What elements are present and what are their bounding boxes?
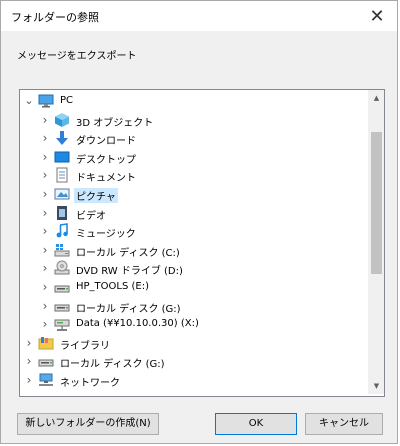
tree-item[interactable]: › ローカル ディスク (G:)	[20, 297, 368, 315]
chevron-right-icon[interactable]: ›	[40, 244, 50, 256]
tree-item-label: DVD RW ドライブ (D:)	[76, 266, 183, 278]
chevron-right-icon[interactable]: ›	[40, 281, 50, 293]
tree-item-label: 3D オブジェクト	[76, 117, 154, 129]
tree-item-label: ローカル ディスク (C:)	[76, 247, 180, 259]
tree-item[interactable]: › Data (¥¥10.10.0.30) (X:)	[20, 315, 368, 333]
tree-item-label: ピクチャ	[74, 188, 118, 203]
cancel-button[interactable]: キャンセル	[305, 413, 383, 435]
title-bar: フォルダーの参照 ✕	[1, 1, 397, 31]
tree-item[interactable]: › HP_TOOLS (E:)	[20, 278, 368, 296]
tree-item-label: HP_TOOLS (E:)	[76, 281, 149, 292]
pictures-icon	[54, 186, 70, 202]
network-icon	[38, 372, 54, 388]
chevron-right-icon[interactable]: ›	[40, 169, 50, 181]
chevron-right-icon[interactable]: ›	[40, 151, 50, 163]
tree-item[interactable]: › 3D オブジェクト	[20, 111, 368, 129]
chevron-right-icon[interactable]: ›	[24, 337, 34, 349]
download-icon	[54, 130, 70, 146]
chevron-right-icon[interactable]: ›	[40, 207, 50, 219]
drive-icon	[38, 353, 54, 369]
documents-icon	[54, 167, 70, 183]
tree-item-label: ネットワーク	[60, 378, 120, 389]
dvd-drive-icon	[54, 260, 70, 276]
tree-item-label: ライブラリ	[60, 340, 110, 352]
scroll-down-arrow-icon[interactable]: ▼	[369, 378, 384, 394]
scroll-thumb[interactable]	[371, 132, 382, 274]
tree-item-label: ローカル ディスク (G:)	[76, 303, 181, 315]
chevron-right-icon[interactable]: ›	[40, 300, 50, 312]
chevron-right-icon[interactable]: ›	[40, 132, 50, 144]
drive-icon	[54, 279, 70, 295]
pc-icon	[38, 93, 54, 109]
music-icon	[54, 223, 70, 239]
3d-objects-icon	[54, 112, 70, 128]
tree-item-label: ビデオ	[76, 210, 106, 222]
tree-item-label: Data (¥¥10.10.0.30) (X:)	[76, 318, 199, 330]
tree-item[interactable]: › ピクチャ	[20, 185, 368, 203]
dialog-description: メッセージをエクスポート	[17, 51, 137, 62]
network-drive-icon	[54, 316, 70, 332]
windows-drive-icon	[54, 242, 70, 258]
close-icon: ✕	[369, 5, 385, 27]
tree-item[interactable]: › ビデオ	[20, 204, 368, 222]
desktop-icon	[54, 149, 70, 165]
chevron-right-icon[interactable]: ›	[40, 262, 50, 274]
tree-item[interactable]: ⌄ PC	[20, 92, 368, 110]
close-button[interactable]: ✕	[357, 1, 397, 31]
tree-item-label: ドキュメント	[76, 173, 136, 185]
window-title: フォルダーの参照	[11, 11, 99, 24]
tree-item[interactable]: › ドキュメント	[20, 166, 368, 184]
chevron-right-icon[interactable]: ›	[40, 188, 50, 200]
tree-item[interactable]: › デスクトップ	[20, 148, 368, 166]
tree-item[interactable]: › ライブラリ	[20, 334, 368, 352]
videos-icon	[54, 205, 70, 221]
tree-item[interactable]: › DVD RW ドライブ (D:)	[20, 259, 368, 277]
chevron-down-icon[interactable]: ⌄	[24, 95, 34, 107]
drive-icon	[54, 298, 70, 314]
tree-item[interactable]: › ローカル ディスク (G:)	[20, 352, 368, 370]
new-folder-button[interactable]: 新しいフォルダーの作成(N)	[17, 413, 159, 435]
chevron-right-icon[interactable]: ›	[24, 355, 34, 367]
tree-item[interactable]: › ネットワーク	[20, 371, 368, 389]
tree-item[interactable]: › ダウンロード	[20, 129, 368, 147]
ok-button[interactable]: OK	[215, 413, 297, 435]
chevron-right-icon[interactable]: ›	[24, 374, 34, 386]
vertical-scrollbar[interactable]: ▲ ▼	[368, 90, 384, 394]
tree-item[interactable]: › ローカル ディスク (C:)	[20, 241, 368, 259]
tree-item-label: デスクトップ	[76, 154, 136, 166]
library-icon	[38, 335, 54, 351]
chevron-right-icon[interactable]: ›	[40, 318, 50, 330]
chevron-right-icon[interactable]: ›	[40, 114, 50, 126]
tree-item-label: ミュージック	[76, 229, 136, 241]
folder-tree[interactable]: ⌄ PC › 3D オブジェクト › ダウンロード › デスクトップ › ドキュメント › ピクチャ ›…	[19, 89, 385, 397]
folder-browse-dialog: フォルダーの参照 ✕ メッセージをエクスポート ⌄ PC › 3D オブジェクト › ダウ…	[0, 0, 398, 444]
tree-item-label: ダウンロード	[76, 136, 136, 148]
tree-item[interactable]: › ミュージック	[20, 222, 368, 240]
scroll-up-arrow-icon[interactable]: ▲	[369, 90, 384, 106]
tree-item-label: PC	[60, 95, 74, 106]
tree-item-label: ローカル ディスク (G:)	[60, 359, 165, 371]
chevron-right-icon[interactable]: ›	[40, 225, 50, 237]
